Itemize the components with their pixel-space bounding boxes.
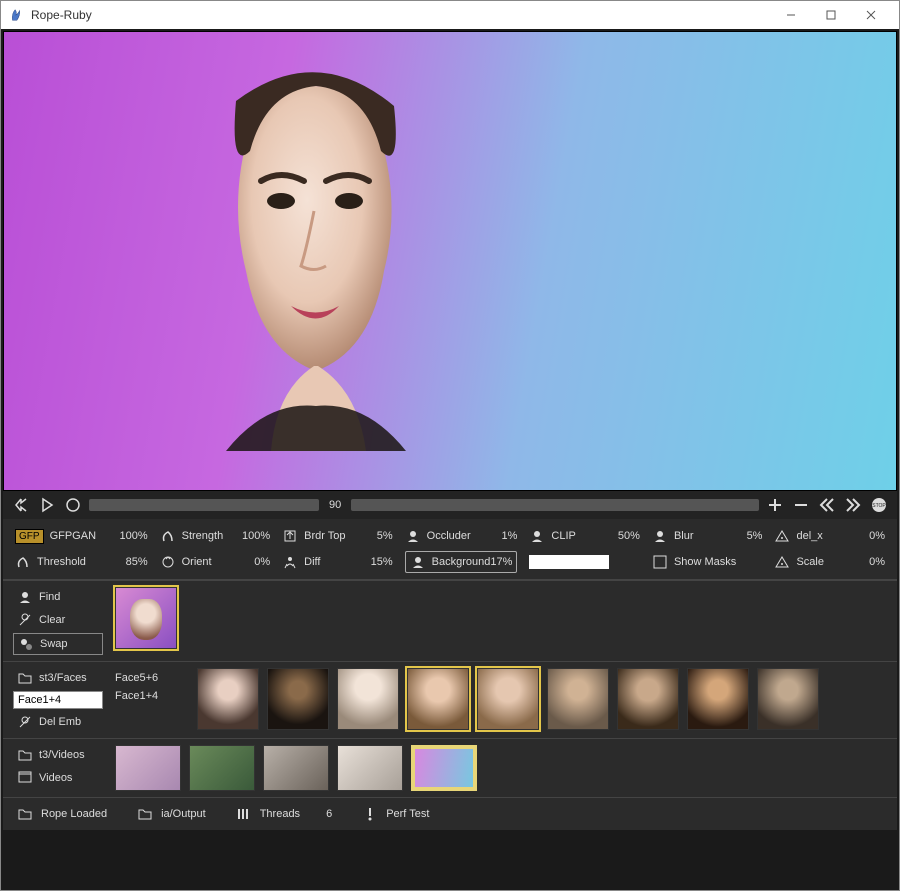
folder-icon xyxy=(17,747,33,763)
videos-folder-button[interactable]: t3/Videos xyxy=(13,745,103,765)
delete-icon xyxy=(17,714,33,730)
face-thumb[interactable] xyxy=(547,668,609,730)
param-strength[interactable]: Strength 100% xyxy=(160,525,271,547)
param-brdr-top[interactable]: Brdr Top 5% xyxy=(282,525,393,547)
param-orient[interactable]: Orient 0% xyxy=(160,551,271,573)
clear-icon xyxy=(17,612,33,628)
strength-icon xyxy=(160,528,176,544)
folder-icon xyxy=(17,670,33,686)
video-thumb[interactable] xyxy=(115,745,181,791)
clear-button[interactable]: Clear xyxy=(13,610,103,630)
swap-button[interactable]: Swap xyxy=(13,633,103,655)
face-label-0[interactable]: Face5+6 xyxy=(115,672,185,684)
swap-icon xyxy=(18,636,34,652)
video-thumb[interactable] xyxy=(411,745,477,791)
checkbox-icon xyxy=(652,554,668,570)
face-thumb[interactable] xyxy=(617,668,679,730)
background-icon xyxy=(410,554,426,570)
param-color-swatch[interactable] xyxy=(529,551,640,573)
rewind-start-icon[interactable] xyxy=(11,495,31,515)
perf-icon xyxy=(362,806,378,822)
find-button[interactable]: Find xyxy=(13,587,103,607)
video-thumb[interactable] xyxy=(337,745,403,791)
play-icon[interactable] xyxy=(37,495,57,515)
scale-icon xyxy=(774,554,790,570)
close-button[interactable] xyxy=(851,3,891,27)
face-thumb[interactable] xyxy=(477,668,539,730)
found-faces-section: Find Clear Swap xyxy=(3,580,897,661)
folder-icon xyxy=(17,806,33,822)
video-thumb[interactable] xyxy=(189,745,255,791)
param-diff[interactable]: Diff 15% xyxy=(282,551,393,573)
statusbar: Rope Loaded ia/Output Threads 6 Perf Tes… xyxy=(3,797,897,830)
del-emb-button[interactable]: Del Emb xyxy=(13,712,103,732)
app-window: Rope-Ruby xyxy=(0,0,900,891)
param-threshold[interactable]: Threshold 85% xyxy=(15,551,148,573)
orient-icon xyxy=(160,554,176,570)
face-thumb[interactable] xyxy=(267,668,329,730)
color-swatch[interactable] xyxy=(529,555,609,569)
video-preview[interactable] xyxy=(3,31,897,491)
status-loaded[interactable]: Rope Loaded xyxy=(17,806,107,822)
face-thumb[interactable] xyxy=(757,668,819,730)
window-title: Rope-Ruby xyxy=(31,8,763,22)
stop-icon[interactable]: STOP xyxy=(869,495,889,515)
face-thumb[interactable] xyxy=(337,668,399,730)
face-name-input[interactable]: Face1+4 xyxy=(13,691,103,709)
face-thumb[interactable] xyxy=(687,668,749,730)
videos-button[interactable]: Videos xyxy=(13,768,103,788)
param-del-x[interactable]: del_x 0% xyxy=(774,525,885,547)
occluder-icon xyxy=(405,528,421,544)
gfpgan-icon: GFP xyxy=(15,529,44,544)
face-thumb[interactable] xyxy=(407,668,469,730)
delx-icon xyxy=(774,528,790,544)
threshold-icon xyxy=(15,554,31,570)
face-label-1[interactable]: Face1+4 xyxy=(115,690,185,702)
videos-icon xyxy=(17,770,33,786)
titlebar: Rope-Ruby xyxy=(1,1,899,29)
param-scale[interactable]: Scale 0% xyxy=(774,551,885,573)
folder-icon xyxy=(137,806,153,822)
threads-icon xyxy=(236,806,252,822)
param-gfpgan[interactable]: GFP GFPGAN 100% xyxy=(15,525,148,547)
diff-icon xyxy=(282,554,298,570)
plus-icon[interactable] xyxy=(765,495,785,515)
face-thumb[interactable] xyxy=(197,668,259,730)
timeline-row: 90 STOP xyxy=(3,491,897,519)
svg-text:STOP: STOP xyxy=(872,503,886,509)
source-faces-section: st3/Faces Face1+4 Del Emb Face5+6 Face1+… xyxy=(3,661,897,738)
timeline-track-left[interactable] xyxy=(89,499,319,511)
minimize-button[interactable] xyxy=(771,3,811,27)
skip-back-icon[interactable] xyxy=(817,495,837,515)
param-blur[interactable]: Blur 5% xyxy=(652,525,763,547)
found-face-thumb[interactable] xyxy=(115,587,177,649)
record-icon[interactable] xyxy=(63,495,83,515)
border-top-icon xyxy=(282,528,298,544)
app-icon xyxy=(9,8,23,22)
param-show-masks[interactable]: Show Masks xyxy=(652,551,763,573)
find-icon xyxy=(17,589,33,605)
timeline-track-right[interactable] xyxy=(351,499,759,511)
skip-forward-icon[interactable] xyxy=(843,495,863,515)
timeline-position: 90 xyxy=(325,499,345,511)
param-clip[interactable]: CLIP 50% xyxy=(529,525,640,547)
preview-face-silhouette xyxy=(166,51,466,471)
clip-icon xyxy=(529,528,545,544)
param-occluder[interactable]: Occluder 1% xyxy=(405,525,518,547)
faces-folder-button[interactable]: st3/Faces xyxy=(13,668,103,688)
status-perf-test[interactable]: Perf Test xyxy=(362,806,429,822)
parameters-grid: GFP GFPGAN 100% Strength 100% Brdr Top 5… xyxy=(3,519,897,580)
video-thumb[interactable] xyxy=(263,745,329,791)
videos-section: t3/Videos Videos xyxy=(3,738,897,797)
param-background[interactable]: Background17% xyxy=(405,551,518,573)
status-output[interactable]: ia/Output xyxy=(137,806,206,822)
minus-icon[interactable] xyxy=(791,495,811,515)
blur-icon xyxy=(652,528,668,544)
status-threads[interactable]: Threads 6 xyxy=(236,806,332,822)
maximize-button[interactable] xyxy=(811,3,851,27)
